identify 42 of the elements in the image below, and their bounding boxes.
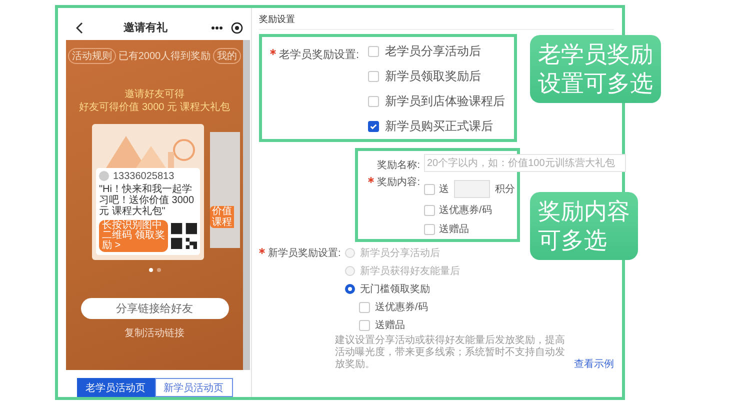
scan-tip: 长按识别图中二维码 领取奖励 >: [99, 220, 168, 252]
hint-text: 建议设置分享活动或获得好友能量后发放奖励，提高活动曝光度，带来更多线索；系统暂时不支持自动发放奖励。: [335, 335, 566, 371]
checkbox-option[interactable]: 送优惠券/码: [359, 300, 460, 314]
field-label: 老学员奖励设置:: [279, 49, 360, 61]
avatar-icon: [99, 171, 109, 182]
headline-text: 好友可得价值 3000 元 课程大礼包: [79, 100, 230, 114]
reward-name-field[interactable]: 20个字以内，如：价值100元训练营大礼包: [424, 154, 626, 172]
checkbox-option[interactable]: 新学员领取奖励后: [368, 68, 505, 85]
annotation-callout: 奖励内容 可多选: [530, 192, 638, 260]
checkbox-option[interactable]: 老学员分享活动后: [368, 43, 505, 60]
invite-message: "Hi！快来和我一起学习吧！送你价值 3000 元 课程大礼包": [99, 184, 196, 217]
qr-code-icon: [171, 222, 197, 249]
unit-label: 积分: [495, 183, 515, 196]
radio-option[interactable]: 无门槛领取奖励: [345, 282, 460, 296]
field-label: 新学员奖励设置:: [268, 248, 341, 259]
pager-dot[interactable]: [148, 268, 152, 272]
checkbox-option[interactable]: 送赠品: [359, 318, 460, 332]
checkbox-option[interactable]: 送赠品: [424, 222, 469, 236]
page-tab[interactable]: 老学员活动页: [76, 378, 154, 397]
page-tab[interactable]: 新学员活动页: [154, 378, 232, 397]
share-link-button[interactable]: 分享链接给好友: [80, 298, 228, 319]
target-icon[interactable]: [231, 22, 243, 34]
headline-text: 邀请好友可得: [124, 88, 186, 101]
points-field[interactable]: [454, 180, 490, 198]
field-label: 奖励内容:: [377, 177, 420, 188]
checkbox-option[interactable]: 送优惠券/码: [424, 203, 492, 217]
section-title: 奖励设置: [259, 10, 614, 30]
example-link[interactable]: 查看示例: [574, 359, 614, 371]
back-icon[interactable]: [76, 22, 84, 34]
field-label: 奖励名称:: [376, 158, 421, 172]
page-title: 邀请有礼: [122, 20, 168, 36]
value-tag: 价值课程: [210, 206, 234, 228]
checkbox-option[interactable]: 新学员购买正式课后: [368, 118, 505, 135]
checkmark-icon: [369, 122, 378, 131]
pager-dot[interactable]: [156, 268, 160, 272]
more-icon[interactable]: [211, 26, 223, 30]
annotation-callout: 老学员奖励 设置可多选: [530, 35, 661, 103]
scrollbar[interactable]: [243, 40, 250, 370]
reward-count-text: 已有2000人得到奖励: [118, 50, 211, 63]
checkbox-option[interactable]: 送: [424, 182, 449, 196]
checkbox-option[interactable]: 新学员到店体验课程后: [368, 93, 505, 110]
phone-number: 13336025813: [113, 170, 174, 182]
